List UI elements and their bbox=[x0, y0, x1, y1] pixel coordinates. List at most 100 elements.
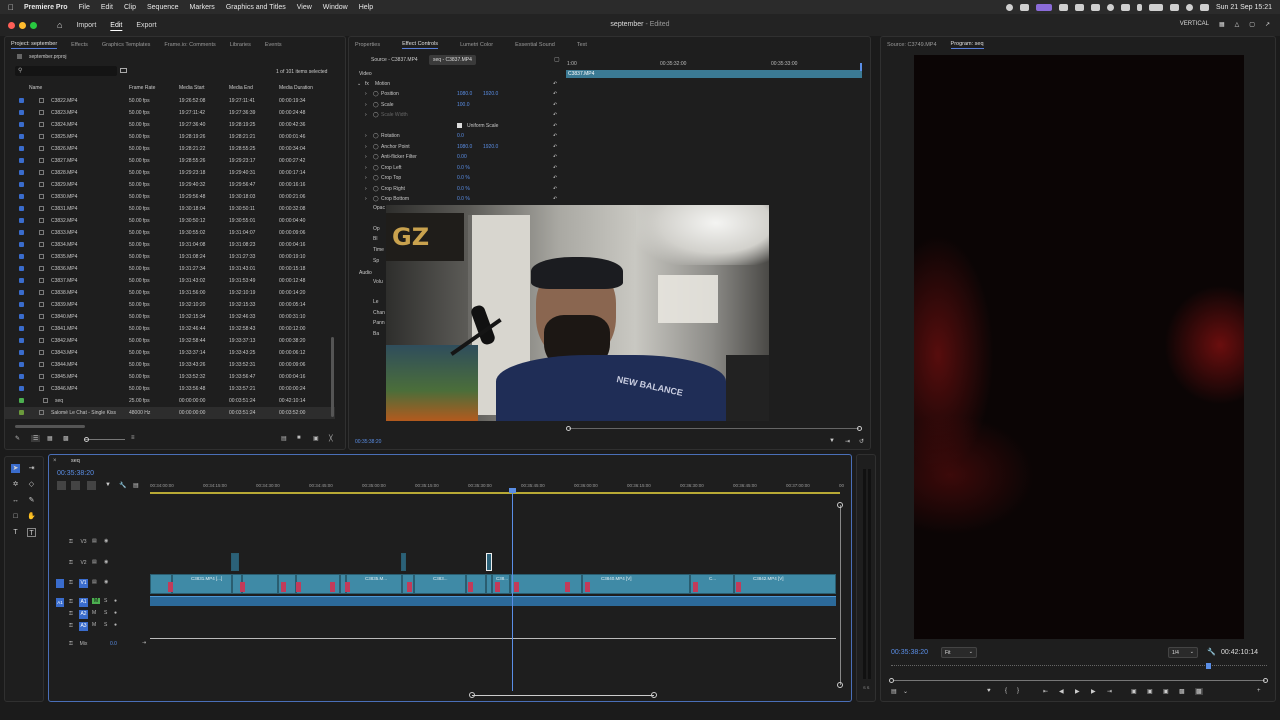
tab-effects[interactable]: Effects bbox=[71, 42, 88, 48]
seq-clip-tab[interactable]: seq - C3837.MP4 bbox=[429, 55, 476, 65]
tab-graphics-templates[interactable]: Graphics Templates bbox=[102, 42, 151, 48]
chevron-down-icon[interactable]: ⌄ bbox=[357, 81, 361, 87]
chevron-down-icon[interactable]: ⌄ bbox=[903, 688, 908, 695]
property-value-1[interactable]: 1080.0 bbox=[457, 144, 472, 150]
reset-icon[interactable]: ↶ bbox=[553, 154, 557, 160]
clip-label-color[interactable] bbox=[19, 374, 24, 379]
reset-icon[interactable]: ↶ bbox=[553, 123, 557, 129]
col-media-end[interactable]: Media End bbox=[229, 85, 253, 91]
automate-icon[interactable]: ▤ bbox=[281, 435, 287, 442]
clip-label-color[interactable] bbox=[19, 122, 24, 127]
program-scroll[interactable] bbox=[893, 680, 1265, 681]
mute-button[interactable]: M bbox=[92, 610, 96, 616]
rectangle-tool-icon[interactable]: □ bbox=[11, 512, 20, 521]
clip-label-color[interactable] bbox=[19, 146, 24, 151]
comparison-view-icon[interactable]: ▩ bbox=[1195, 688, 1203, 695]
status-icon[interactable] bbox=[1019, 3, 1029, 11]
project-item[interactable]: seq 25.00 fps 00:00:00:00 00:03:51:24 00:42:… bbox=[5, 395, 335, 407]
zoom-slider[interactable] bbox=[85, 439, 125, 440]
track-header-a2[interactable]: ⚿ A2 M S ● bbox=[56, 610, 148, 620]
property-value-1[interactable]: 1080.0 bbox=[457, 91, 472, 97]
effect-property-row[interactable]: ⌄ fx Motion ↶ bbox=[355, 79, 565, 89]
video-clip[interactable]: C3831.MP4 [...] bbox=[172, 574, 232, 594]
menu-markers[interactable]: Markers bbox=[190, 4, 215, 11]
timeline-playhead-head[interactable] bbox=[509, 488, 516, 493]
video-clip[interactable]: C3842.MP4 [V] bbox=[734, 574, 836, 594]
sort-icon[interactable]: ≡ bbox=[131, 435, 135, 441]
chevron-right-icon[interactable]: › bbox=[365, 112, 367, 118]
clip-label-color[interactable] bbox=[19, 326, 24, 331]
solo-button[interactable]: S bbox=[104, 598, 107, 604]
workspace-icon[interactable]: ▦ bbox=[1219, 21, 1225, 28]
clip-marker[interactable] bbox=[495, 582, 500, 592]
clip-label-color[interactable] bbox=[19, 170, 24, 175]
clip-label-color[interactable] bbox=[19, 242, 24, 247]
new-bin-footer-icon[interactable]: ▣ bbox=[313, 435, 319, 442]
lock-icon[interactable]: ⚿ bbox=[69, 560, 73, 566]
caption-tool-icon[interactable]: T bbox=[27, 528, 36, 537]
property-value-1[interactable]: 0.0 % bbox=[457, 196, 470, 202]
track-label[interactable]: A2 bbox=[79, 610, 88, 619]
chevron-right-icon[interactable]: › bbox=[365, 175, 367, 181]
v2-clip[interactable] bbox=[231, 553, 239, 571]
reset-icon[interactable]: ↶ bbox=[553, 102, 557, 108]
track-label[interactable]: Mix bbox=[79, 640, 88, 649]
mic-icon[interactable]: ● bbox=[114, 610, 117, 616]
track-header-a3[interactable]: ⚿ A3 M S ● bbox=[56, 622, 148, 632]
chevron-right-icon[interactable]: › bbox=[365, 91, 367, 97]
bluetooth-icon[interactable] bbox=[1136, 3, 1142, 11]
project-item[interactable]: C3836.MP4 50.00 fps 19:31:27:34 19:31:43:01… bbox=[5, 263, 335, 275]
menu-window[interactable]: Window bbox=[323, 4, 348, 11]
ec-export-icon[interactable]: ⇥ bbox=[845, 438, 850, 445]
menu-graphics[interactable]: Graphics and Titles bbox=[226, 4, 286, 11]
razor-icon[interactable]: ◇ bbox=[27, 480, 36, 489]
track-label[interactable]: V3 bbox=[79, 538, 88, 547]
step-back-icon[interactable]: ◀ bbox=[1059, 688, 1064, 695]
export-frame-icon[interactable]: ▣ bbox=[1163, 688, 1169, 695]
track-header-mix[interactable]: ⚿ Mix 0.0 ⇥ bbox=[56, 640, 148, 650]
pencil-icon[interactable]: ✎ bbox=[15, 435, 20, 442]
track-header-v2[interactable]: ⚿ V2 ▤ ◉ bbox=[56, 559, 148, 569]
program-timecode[interactable]: 00:35:38:20 bbox=[891, 649, 928, 656]
mute-button[interactable]: M bbox=[92, 622, 96, 628]
video-preview-frame[interactable]: GZ NEW BALANCE bbox=[386, 205, 769, 421]
ec-scroll-handle-left[interactable] bbox=[566, 426, 571, 431]
seq-label-color[interactable] bbox=[19, 398, 24, 403]
clip-label-color[interactable] bbox=[19, 182, 24, 187]
ec-menu-icon[interactable]: ▢ bbox=[554, 56, 560, 63]
property-value-1[interactable]: 0.0 bbox=[457, 133, 464, 139]
project-item[interactable]: C3834.MP4 50.00 fps 19:31:04:08 19:31:08:23… bbox=[5, 239, 335, 251]
extract-icon[interactable]: ▣ bbox=[1147, 688, 1153, 695]
lock-icon[interactable]: ⚿ bbox=[69, 599, 73, 605]
tab-essential-sound[interactable]: Essential Sound bbox=[515, 42, 555, 48]
program-video[interactable] bbox=[914, 55, 1244, 639]
snap-icon[interactable] bbox=[71, 481, 80, 490]
property-value-2[interactable]: 1920.0 bbox=[483, 144, 498, 150]
clip-label-color[interactable] bbox=[19, 194, 24, 199]
battery-icon[interactable] bbox=[1148, 3, 1163, 11]
effect-property-row[interactable]: › ◯ Position 1080.0 1920.0 ↶ bbox=[355, 89, 565, 99]
ec-playhead[interactable] bbox=[860, 63, 862, 71]
stopwatch-icon[interactable]: ◯ bbox=[373, 102, 379, 108]
clip-marker[interactable] bbox=[693, 582, 698, 592]
pen-tool-icon[interactable]: ✎ bbox=[27, 496, 36, 505]
clip-marker[interactable] bbox=[281, 582, 286, 592]
effect-property-partial[interactable]: Time bbox=[373, 247, 384, 253]
clip-label-color[interactable] bbox=[19, 386, 24, 391]
timeline-hscroll-right[interactable] bbox=[651, 692, 657, 698]
project-item[interactable]: C3826.MP4 50.00 fps 19:28:21:22 19:28:55:25… bbox=[5, 143, 335, 155]
stopwatch-icon[interactable]: ◯ bbox=[373, 144, 379, 150]
lock-icon[interactable]: ⚿ bbox=[69, 611, 73, 617]
project-hscrollbar[interactable] bbox=[15, 425, 85, 428]
clock[interactable]: Sun 21 Sep 15:21 bbox=[1216, 4, 1272, 11]
video-clip[interactable]: C383... bbox=[414, 574, 466, 594]
menu-sequence[interactable]: Sequence bbox=[147, 4, 179, 11]
safe-margins-icon[interactable]: ▤ bbox=[891, 688, 897, 695]
clip-marker[interactable] bbox=[736, 582, 741, 592]
chevron-right-icon[interactable]: › bbox=[365, 196, 367, 202]
selection-tool-icon[interactable]: ➤ bbox=[11, 464, 20, 473]
status-icon[interactable] bbox=[1074, 3, 1084, 11]
effect-property-row[interactable]: Uniform Scale ↶ bbox=[355, 121, 565, 131]
mix-end-icon[interactable]: ⇥ bbox=[142, 640, 146, 646]
clip-label-color[interactable] bbox=[19, 278, 24, 283]
